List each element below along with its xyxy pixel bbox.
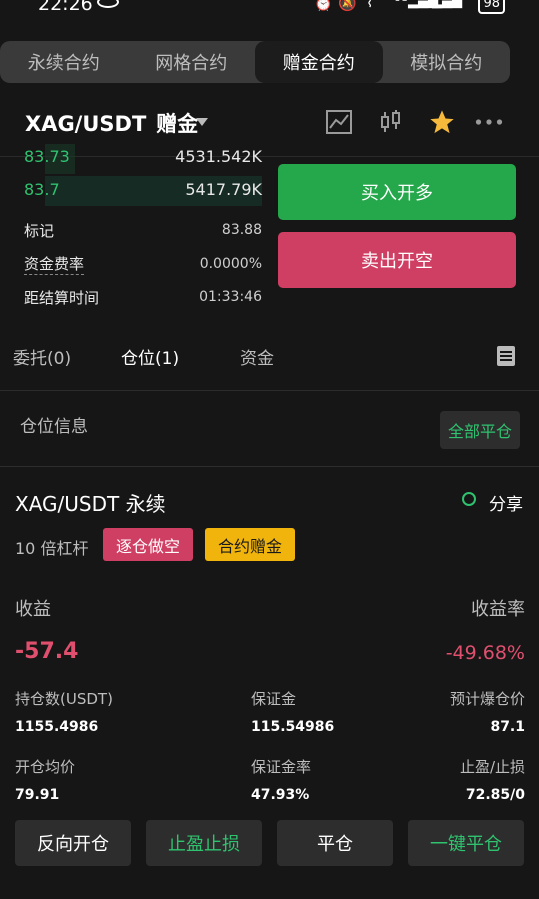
status-bar: 22:26 ⏰ 🔕 ⌇ 5G ▂▄▆ ▂▄▆ 98 [0, 0, 539, 22]
leverage-label: 10 倍杠杆 [15, 539, 89, 558]
chevron-down-icon[interactable] [196, 118, 208, 126]
close-all-button[interactable]: 全部平仓 [440, 411, 520, 449]
margin-ratio-label: 保证金率 [251, 758, 312, 776]
tab-assets[interactable]: 资金 [240, 344, 274, 369]
reverse-open-button[interactable]: 反向开仓 [15, 820, 131, 866]
panel-divider [0, 156, 539, 158]
margin-label: 保证金 [251, 690, 297, 708]
tab-orders[interactable]: 委托(0) [13, 344, 71, 369]
pair-selector[interactable]: XAG/USDT 赠金 [25, 108, 198, 138]
position-symbol: XAG/USDT 永续 [15, 492, 166, 516]
tab-perpetual[interactable]: 永续合约 [0, 41, 128, 83]
tp-sl-label: 止盈/止损 [459, 758, 525, 776]
pnl-rate-label: 收益率 [471, 599, 525, 620]
tp-sl-value: 72.85/0 [465, 787, 525, 803]
pnl-label: 收益 [15, 599, 51, 620]
position-info-title: 仓位信息 [20, 417, 88, 437]
network-label: 5G [395, 0, 408, 4]
list-icon[interactable] [497, 346, 515, 366]
sell-short-button[interactable]: 卖出开空 [278, 232, 516, 288]
liq-price-value: 87.1 [490, 719, 525, 735]
pair-name: XAG/USDT [25, 112, 147, 136]
pair-mode: 赠金 [156, 112, 199, 136]
funding-rate-label[interactable]: 资金费率 [24, 253, 85, 275]
margin-ratio-value: 47.93% [251, 787, 310, 803]
close-position-button[interactable]: 平仓 [277, 820, 393, 866]
alarm-icon: ⏰ [314, 0, 333, 12]
mark-price-label: 标记 [24, 222, 55, 240]
settlement-time: 01:33:46 [199, 289, 262, 305]
margin-value: 115.54986 [251, 719, 335, 735]
bid-price[interactable]: 83.73 [24, 147, 70, 166]
entry-price-label: 开仓均价 [15, 758, 76, 776]
tp-sl-button[interactable]: 止盈止损 [146, 820, 262, 866]
status-time: 22:26 [38, 0, 93, 15]
bid-amount: 5417.79K [185, 180, 262, 199]
signal-icon-2: ▂▄▆ [432, 0, 462, 9]
funding-rate-value: 0.0000% [199, 256, 262, 272]
chart-icon[interactable] [325, 108, 353, 136]
divider [0, 390, 539, 391]
settlement-label: 距结算时间 [24, 289, 100, 307]
one-click-close-button[interactable]: 一键平仓 [408, 820, 524, 866]
position-size-value: 1155.4986 [15, 719, 99, 735]
buy-long-button[interactable]: 买入开多 [278, 164, 516, 220]
tab-bonus[interactable]: 赠金合约 [255, 41, 383, 83]
mark-price-value: 83.88 [221, 222, 262, 238]
candlestick-icon[interactable] [377, 108, 405, 136]
pnl-rate-value: -49.68% [445, 642, 525, 664]
star-icon[interactable] [428, 108, 456, 136]
contract-tabs: 永续合约 网格合约 赠金合约 模拟合约 [0, 41, 510, 83]
share-icon[interactable] [462, 492, 476, 506]
margin-mode-badge: 逐仓做空 [103, 528, 193, 561]
mute-icon: 🔕 [338, 0, 357, 12]
entry-price-value: 79.91 [15, 787, 60, 803]
bid-amount: 4531.542K [175, 147, 262, 166]
tab-positions[interactable]: 仓位(1) [121, 344, 179, 369]
liq-price-label: 预计爆仓价 [449, 690, 525, 708]
tab-demo[interactable]: 模拟合约 [383, 41, 511, 83]
tab-grid[interactable]: 网格合约 [128, 41, 256, 83]
divider [0, 466, 539, 467]
position-size-label: 持仓数(USDT) [15, 690, 113, 708]
bid-price[interactable]: 83.7 [24, 180, 60, 199]
wifi-icon: ⌇ [366, 0, 374, 11]
pnl-value: -57.4 [15, 639, 79, 664]
more-icon[interactable] [475, 108, 503, 136]
share-button[interactable]: 分享 [489, 490, 523, 515]
bonus-badge: 合约赠金 [205, 528, 295, 561]
eye-icon [97, 0, 119, 8]
battery-icon: 98 [478, 0, 505, 14]
